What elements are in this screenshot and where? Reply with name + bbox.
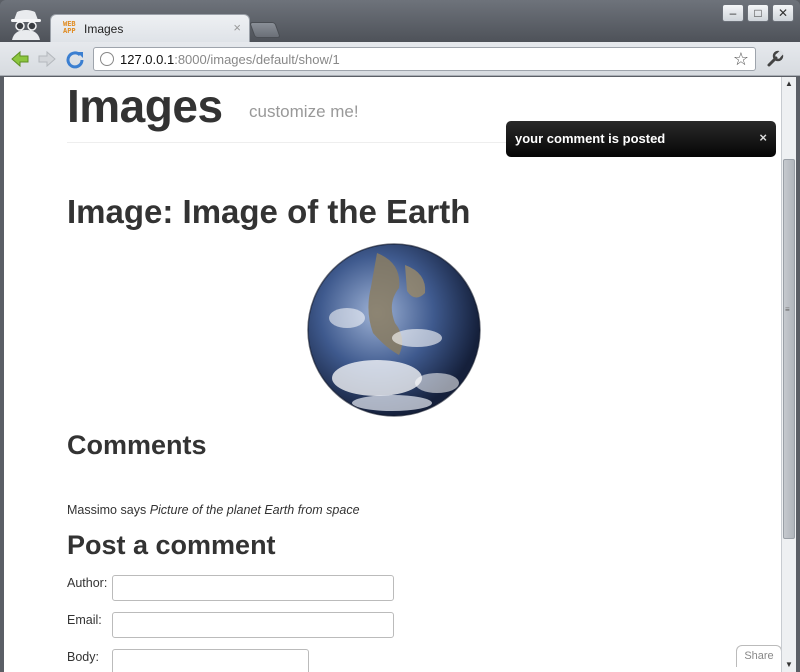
image-heading: Image: Image of the Earth xyxy=(67,193,471,230)
scroll-down-arrow-icon[interactable]: ▼ xyxy=(782,658,796,672)
author-label: Author: xyxy=(67,576,108,590)
scroll-up-arrow-icon[interactable]: ▲ xyxy=(782,77,796,91)
body-label: Body: xyxy=(67,650,99,664)
comment-says: says xyxy=(120,503,147,517)
globe-icon xyxy=(100,52,114,66)
share-button[interactable]: Share xyxy=(736,645,781,667)
tab-images[interactable]: WEB APP Images × xyxy=(50,14,250,42)
bookmark-star-icon[interactable]: ☆ xyxy=(733,49,749,70)
forward-arrow-icon[interactable] xyxy=(37,49,57,69)
page-viewport: Images customize me! your comment is pos… xyxy=(4,77,781,672)
reload-icon[interactable] xyxy=(65,49,85,69)
flash-message[interactable]: your comment is posted × xyxy=(506,121,776,157)
new-tab-button[interactable] xyxy=(249,22,281,38)
email-input[interactable] xyxy=(112,612,394,638)
tab-title: Images xyxy=(84,22,124,36)
tab-close-icon[interactable]: × xyxy=(233,20,241,35)
minimize-button[interactable]: – xyxy=(722,4,744,22)
body-textarea[interactable] xyxy=(112,649,309,672)
web2py-favicon-icon: WEB APP xyxy=(63,20,76,35)
email-label: Email: xyxy=(67,613,102,627)
post-comment-heading: Post a comment xyxy=(67,530,276,560)
browser-toolbar: 127.0.0.1:8000/images/default/show/1 ☆ xyxy=(0,42,800,76)
back-arrow-icon[interactable] xyxy=(10,49,30,69)
author-input[interactable] xyxy=(112,575,394,601)
wrench-icon[interactable] xyxy=(766,50,784,68)
address-bar[interactable]: 127.0.0.1:8000/images/default/show/1 ☆ xyxy=(93,47,756,71)
flash-text: your comment is posted xyxy=(515,131,666,146)
url-text[interactable]: 127.0.0.1:8000/images/default/show/1 xyxy=(120,52,340,67)
scrollbar-grip-icon: ≡ xyxy=(785,305,790,314)
site-subtitle: customize me! xyxy=(249,102,359,121)
browser-titlebar: WEB APP Images × – □ ✕ xyxy=(0,0,800,42)
maximize-button[interactable]: □ xyxy=(747,4,769,22)
flash-close-icon[interactable]: × xyxy=(759,130,767,145)
close-window-button[interactable]: ✕ xyxy=(772,4,794,22)
comment-body: Picture of the planet Earth from space xyxy=(149,503,360,517)
window-frame-right xyxy=(796,77,800,672)
comment-item: Massimo says Picture of the planet Earth… xyxy=(67,503,360,517)
comments-heading: Comments xyxy=(67,430,207,460)
vertical-scrollbar[interactable]: ▲ ≡ ▼ xyxy=(781,77,796,672)
incognito-icon xyxy=(11,10,41,40)
site-title[interactable]: Images xyxy=(67,79,223,133)
scrollbar-thumb[interactable] xyxy=(783,159,795,539)
earth-image xyxy=(307,243,481,417)
comment-author: Massimo xyxy=(67,503,118,517)
